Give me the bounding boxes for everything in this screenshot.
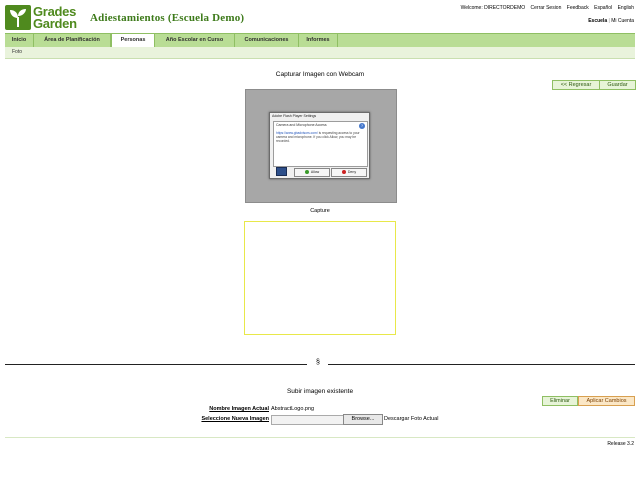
new-image-label-text: Seleccione Nueva Imagen — [201, 416, 269, 422]
tab-comunicaciones[interactable]: Comunicaciones — [235, 34, 299, 47]
tab-informes[interactable]: Informes — [299, 34, 338, 47]
release-version: Release 3.2 — [607, 441, 634, 447]
feedback-link[interactable]: Feedback — [567, 5, 589, 11]
school-link[interactable]: Escuela — [588, 18, 607, 24]
english-link[interactable]: English — [618, 5, 634, 11]
flash-settings-dialog: Adobe Flash Player Settings Camera and M… — [269, 112, 370, 179]
section-mark: § — [316, 359, 320, 366]
deny-icon — [341, 170, 346, 175]
webcam-section-title: Capturar Imagen con Webcam — [275, 71, 365, 78]
deny-button[interactable]: Deny — [331, 168, 367, 177]
file-path-input[interactable] — [271, 415, 345, 425]
back-button[interactable]: << Regresar — [552, 80, 600, 90]
grades-garden-logo[interactable]: Grades Garden — [5, 5, 87, 31]
subnav-item-foto[interactable]: Foto — [12, 47, 22, 58]
new-image-label: Seleccione Nueva Imagen — [201, 416, 269, 422]
tab-planificacion[interactable]: Área de Planificación — [34, 34, 111, 47]
allow-button[interactable]: Allow — [294, 168, 330, 177]
flash-dialog-body: https://www.gbadvisors.com/ is requestin… — [276, 131, 364, 143]
sub-navbar: Foto — [5, 47, 635, 59]
help-icon[interactable]: ? — [359, 123, 365, 129]
account-links: Escuela | Mi Cuenta — [588, 18, 634, 24]
tab-inicio[interactable]: Inicio — [5, 34, 34, 47]
divider-line-left — [5, 364, 307, 365]
monitor-icon[interactable] — [276, 167, 287, 176]
divider-line-right — [328, 364, 635, 365]
main-navbar: Inicio Área de Planificación Personas Añ… — [5, 33, 635, 49]
my-account-link[interactable]: Mi Cuenta — [611, 18, 634, 24]
logout-link[interactable]: Cerrar Sesion — [531, 5, 562, 11]
allow-label: Allow — [310, 170, 320, 174]
logo-text-line2: Garden — [33, 16, 77, 31]
upload-section-title: Subir imagen existente — [286, 388, 354, 395]
top-links: Welcome: DIRECTORDEMO Cerrar Sesion Feed… — [457, 5, 634, 11]
separator: | — [608, 18, 610, 24]
spanish-link[interactable]: Español — [594, 5, 612, 11]
captured-image-area — [244, 221, 396, 335]
footer-divider — [5, 437, 635, 438]
leaf-logo-icon — [5, 5, 31, 30]
welcome-text: Welcome: DIRECTORDEMO — [460, 5, 526, 11]
current-image-label: Nombre Imagen Actual — [209, 406, 269, 412]
flash-dialog-title: Adobe Flash Player Settings — [272, 114, 317, 118]
tab-ano-escolar[interactable]: Año Escolar en Curso — [155, 34, 235, 47]
school-title: Adiestamientos (Escuela Demo) — [90, 12, 245, 24]
current-image-label-text: Nombre Imagen Actual — [209, 406, 269, 412]
discard-photo-label: Descargar Foto Actual — [384, 416, 439, 422]
flash-dialog-heading: Camera and Microphone Access — [276, 123, 327, 127]
deny-label: Deny — [347, 170, 357, 174]
allow-icon — [304, 170, 309, 175]
browse-button[interactable]: Browse... — [343, 414, 383, 425]
save-button[interactable]: Guardar — [599, 80, 636, 90]
apply-changes-button[interactable]: Aplicar Cambios — [578, 396, 635, 406]
current-image-value: AbstractLogo.png — [271, 406, 315, 412]
capture-label: Capture — [310, 208, 330, 214]
delete-button[interactable]: Eliminar — [542, 396, 578, 406]
flash-dialog-panel: Camera and Microphone Access ? https://w… — [273, 121, 368, 167]
